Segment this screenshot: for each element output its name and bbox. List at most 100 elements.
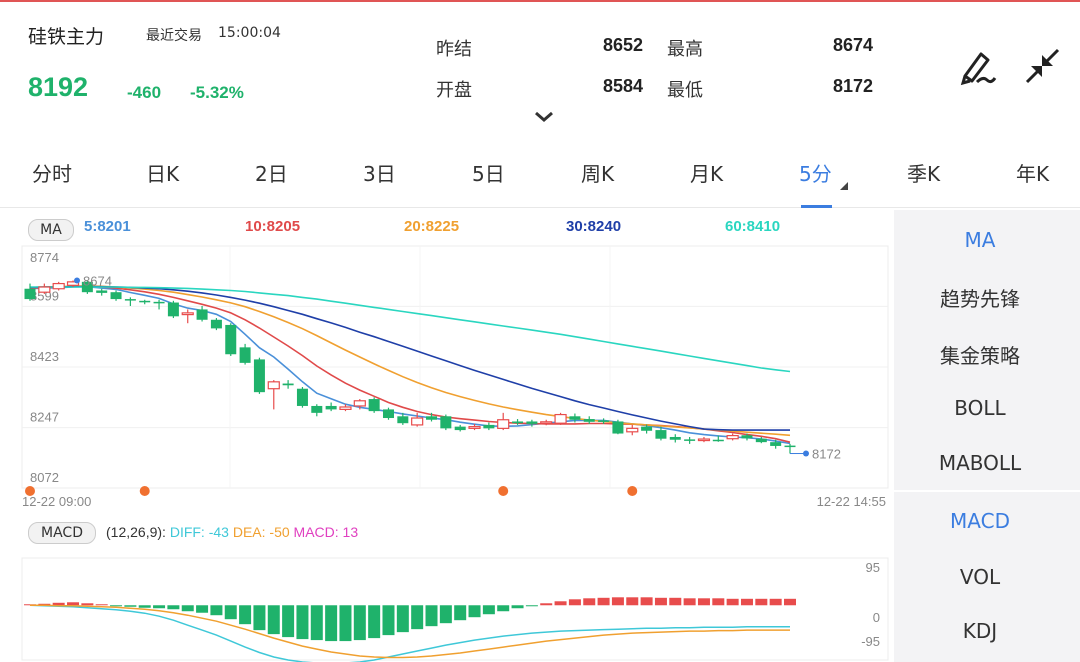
macd-histogram-bar (640, 597, 653, 606)
low-marker-dot (803, 450, 809, 457)
tab-week-k[interactable]: 周K (581, 158, 614, 187)
ma-line-ma5 (29, 285, 791, 445)
tab-2-day[interactable]: 2日 (255, 158, 288, 187)
macd-macd-value: MACD: 13 (293, 524, 359, 540)
side-item-macd[interactable]: MACD (894, 509, 1066, 533)
macd-histogram-bar (353, 605, 366, 641)
macd-histogram-bar (224, 605, 237, 620)
candle-body (210, 319, 222, 329)
candle-body (382, 409, 394, 419)
tab-timeshare[interactable]: 分时 (32, 158, 72, 187)
last-trade-label: 最近交易 (146, 28, 202, 44)
macd-histogram-bar (81, 603, 94, 606)
candle-body (52, 282, 65, 290)
prev-settle-label: 昨结 (436, 39, 472, 60)
last-trade-time: 15:00:04 (218, 25, 281, 41)
candle-body (684, 439, 696, 441)
high-marker-dot (74, 277, 81, 284)
candle-body (181, 312, 194, 316)
macd-histogram-bar (683, 598, 696, 606)
macd-histogram-bar (712, 598, 725, 606)
candle-body (583, 419, 595, 422)
tab-5-min[interactable]: 5分 (799, 158, 832, 187)
candle-body (38, 286, 51, 293)
candle-body (124, 299, 136, 301)
side-item-maboll[interactable]: MABOLL (894, 451, 1066, 475)
candle-body (239, 347, 251, 363)
x-end-label: 12-22 14:55 (817, 494, 886, 509)
tab-dropdown-icon[interactable] (840, 182, 848, 190)
candle-body (440, 416, 452, 429)
tab-3-day[interactable]: 3日 (363, 158, 396, 187)
candle-body (139, 300, 151, 303)
tab-day-k[interactable]: 日K (146, 158, 179, 187)
ma-line-ma60 (30, 286, 791, 373)
tab-month-k[interactable]: 月K (690, 158, 723, 187)
y-tick-label: 8423 (30, 349, 59, 364)
candlestick-chart[interactable]: 877485998423824780728674817212-22 09:00 1… (0, 244, 894, 512)
candle-body (282, 383, 294, 386)
candle-body (267, 381, 280, 390)
macd-histogram-bar (95, 604, 108, 606)
macd-chart[interactable]: 95 0 -95 (0, 556, 894, 662)
candle-body (554, 413, 567, 424)
ma10-value: 10:8205 (245, 218, 301, 235)
top-accent-line (0, 0, 1080, 2)
candle-body (512, 421, 524, 424)
candle-body (353, 400, 366, 407)
event-marker-dot (139, 486, 150, 496)
candle-body (339, 406, 352, 411)
macd-histogram-bar (396, 605, 409, 633)
candle-body (726, 435, 739, 440)
tab-year-k[interactable]: 年K (1016, 158, 1049, 187)
side-item-vol[interactable]: VOL (894, 565, 1066, 589)
macd-histogram-bar (296, 605, 309, 640)
side-item-ma[interactable]: MA (894, 228, 1066, 252)
candle-body (368, 399, 380, 412)
candle-body (483, 424, 495, 429)
y-tick-label: 8247 (30, 410, 59, 425)
low-value: 8172 (832, 76, 873, 96)
candle-body (454, 426, 466, 431)
side-item-fund-strategy[interactable]: 集金策略 (894, 340, 1066, 369)
macd-histogram-bar (239, 605, 252, 625)
tab-5-day[interactable]: 5日 (472, 158, 505, 187)
side-item-trend-pioneer[interactable]: 趋势先锋 (894, 283, 1066, 312)
tab-quarter-k[interactable]: 季K (907, 158, 940, 187)
macd-histogram-bar (554, 601, 567, 606)
ma30-value: 30:8240 (566, 218, 622, 235)
macd-indicator-pill[interactable]: MACD (28, 522, 96, 544)
period-tabs: 分时 日K 2日 3日 5日 周K 月K 5分 季K 年K (0, 150, 1080, 208)
high-marker-label: 8674 (83, 273, 112, 288)
macd-param-text: (12,26,9): (106, 524, 166, 540)
high-label: 最高 (667, 39, 703, 60)
candle-body (110, 292, 122, 300)
macd-histogram-bar (253, 605, 266, 631)
candle-body (225, 324, 237, 355)
macd-histogram-bar (540, 603, 553, 606)
macd-y-tick-label: 95 (866, 560, 880, 575)
candle-body (497, 419, 510, 429)
price-change-percent: -5.32% (190, 83, 244, 102)
collapse-arrows-icon[interactable] (1020, 44, 1064, 88)
macd-histogram-bar (568, 599, 581, 606)
draw-pen-icon[interactable] (955, 44, 999, 88)
candle-body (712, 439, 724, 442)
macd-dea-value: DEA: -50 (232, 524, 290, 540)
ma-indicator-pill[interactable]: MA (28, 219, 74, 241)
candle-body (612, 421, 624, 434)
candle-body (196, 309, 208, 320)
macd-histogram-bar (697, 598, 710, 606)
macd-histogram-bar (525, 605, 538, 607)
last-price: 8192 (28, 72, 89, 102)
side-item-kdj[interactable]: KDJ (894, 619, 1066, 643)
macd-histogram-bar (282, 605, 295, 638)
candle-body (325, 405, 337, 410)
chevron-down-icon[interactable] (533, 110, 555, 124)
candle-body (540, 421, 553, 424)
side-item-boll[interactable]: BOLL (894, 396, 1066, 420)
candle-body (655, 430, 667, 439)
macd-histogram-bar (669, 597, 682, 606)
candle-body (96, 290, 108, 293)
ma60-value: 60:8410 (725, 218, 781, 235)
